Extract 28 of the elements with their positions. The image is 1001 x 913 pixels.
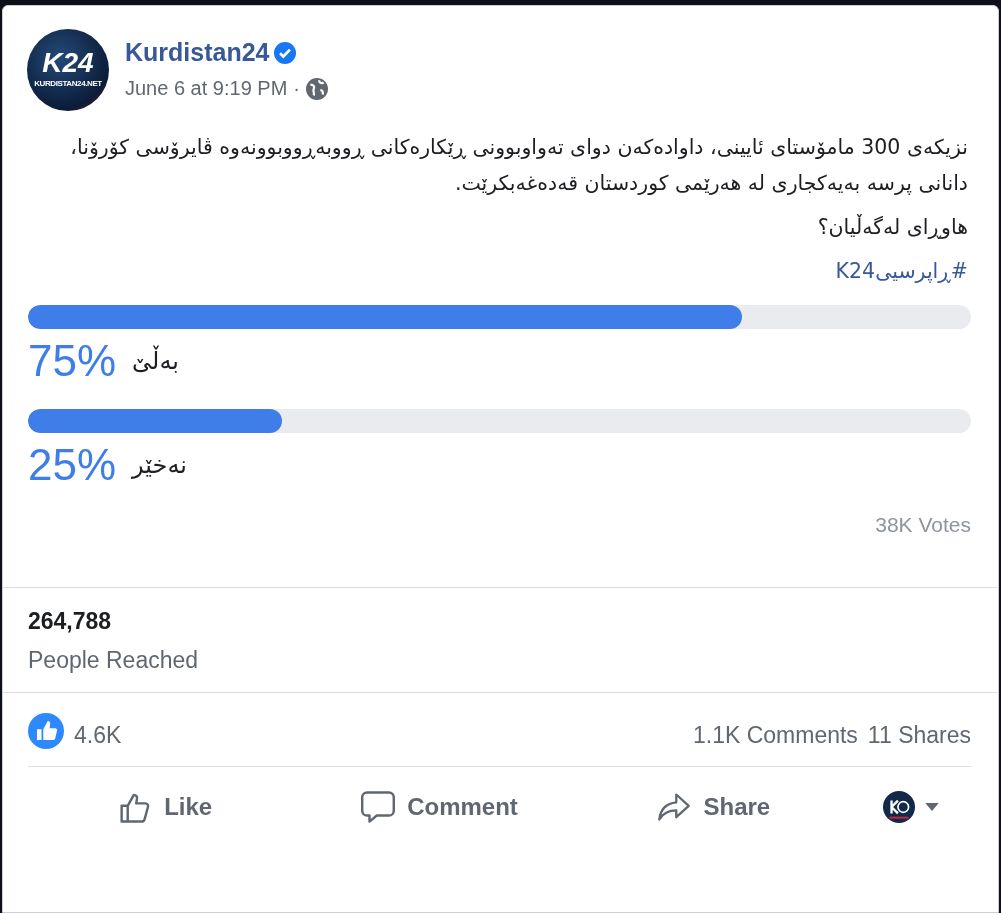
reach-count: 264,788 [28,608,113,635]
comment-button[interactable]: Comment [302,782,577,832]
logo-text: K24 [42,48,94,77]
poll-percent: 25% [28,440,117,490]
share-button[interactable]: Share [576,782,851,832]
vote-count: 38K Votes [874,513,971,537]
shares-count-link[interactable]: 11 Shares [867,722,971,749]
comments-count-link[interactable]: 1.1K Comments [692,722,858,749]
separator-dot: · [293,77,300,100]
poll-option-label[interactable]: نەخێر [132,451,187,479]
author-link[interactable]: Kurdistan24 [125,38,270,67]
reach-label: People Reached [28,647,200,674]
like-button[interactable]: Like [28,782,303,832]
avatar[interactable]: K24 KURDISTAN24.NET [27,29,109,111]
caret-icon [925,802,939,812]
speech-bubble-icon [361,790,396,824]
poll-question: هاوڕای لەگەڵیان؟ [816,213,968,241]
logo-subtext: KURDISTAN24.NET [34,78,102,88]
like-reaction-icon[interactable] [28,712,64,749]
post-time-link[interactable]: June 6 at 9:19 PM [125,77,288,100]
page-avatar-icon [883,791,915,823]
globe-icon [306,77,328,100]
hashtag-link[interactable]: #ڕاپرسیی‌K24 [835,259,968,283]
poll-option-label[interactable]: بەڵێ [132,347,179,375]
like-count[interactable]: 4.6K [74,722,122,749]
poll-percent: 75% [28,336,117,386]
share-arrow-icon [657,790,692,824]
post-text: نزیکەی 300 مامۆستای ئایینی، داوادەکەن دوای تەواوبوونی ڕێکارەکانی ڕووبەڕووبوونەوە ڤایرۆسی کۆرۆنا، دانانی پرسە بەیەکجاری لە هەرێمی کوردستان قەدەغەبکرێت. [69,134,968,197]
